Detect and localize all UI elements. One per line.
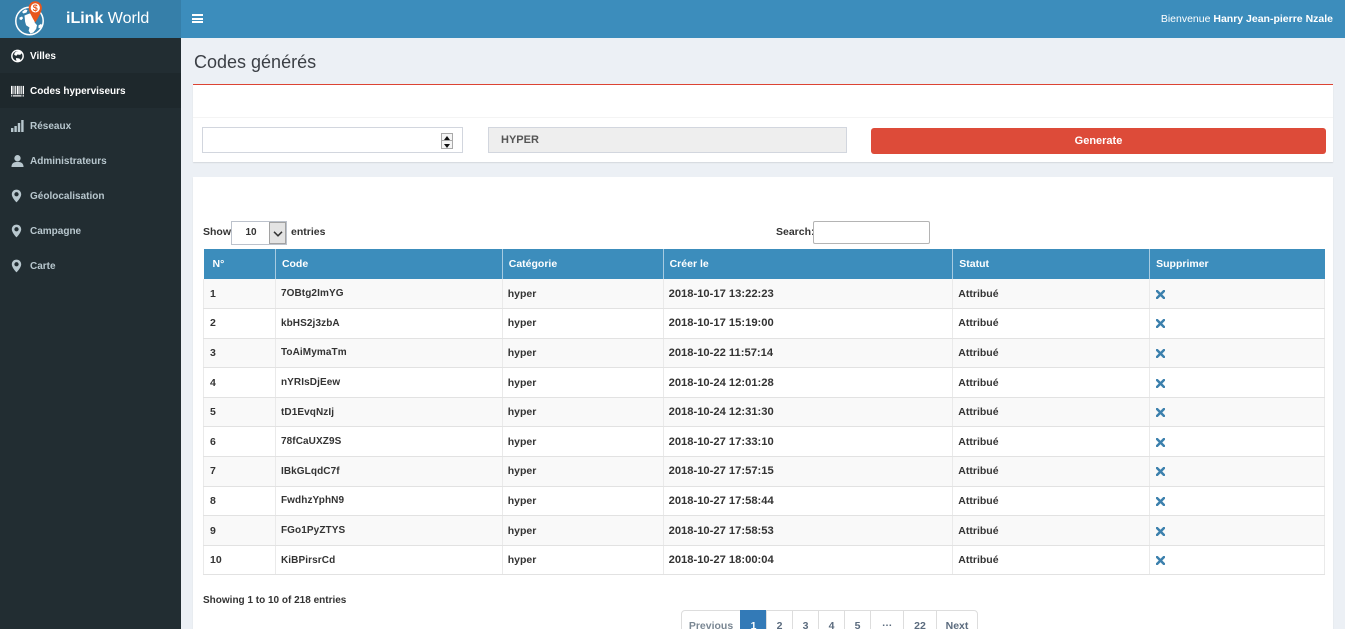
svg-text:$: $	[33, 3, 38, 13]
